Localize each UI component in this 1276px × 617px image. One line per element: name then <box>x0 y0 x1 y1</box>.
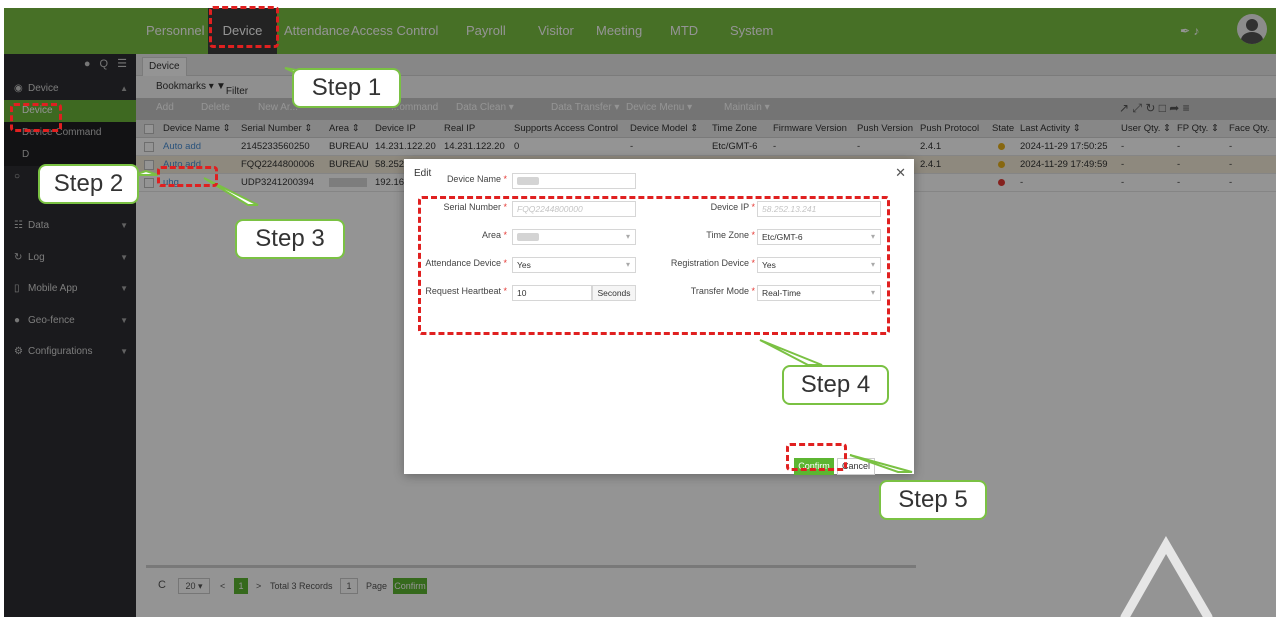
close-icon[interactable]: ✕ <box>895 165 906 181</box>
step4-highlight <box>418 196 890 335</box>
step1-callout: Step 1 <box>292 68 401 108</box>
step5-callout: Step 5 <box>879 480 987 520</box>
dialog-title: Edit <box>414 168 432 179</box>
step2-highlight <box>10 103 62 132</box>
step2-callout: Step 2 <box>38 164 139 204</box>
step3-callout: Step 3 <box>235 219 345 259</box>
step4-callout: Step 4 <box>782 365 889 405</box>
step1-highlight <box>209 6 279 48</box>
step5-highlight <box>786 443 847 471</box>
required-mark: * <box>503 174 507 184</box>
device-name-label-text: Device Name <box>446 174 501 184</box>
step3-highlight <box>157 166 218 187</box>
device-name-label: Device Name * <box>447 174 507 184</box>
redacted-value <box>517 177 539 185</box>
device-name-input[interactable] <box>512 173 636 189</box>
